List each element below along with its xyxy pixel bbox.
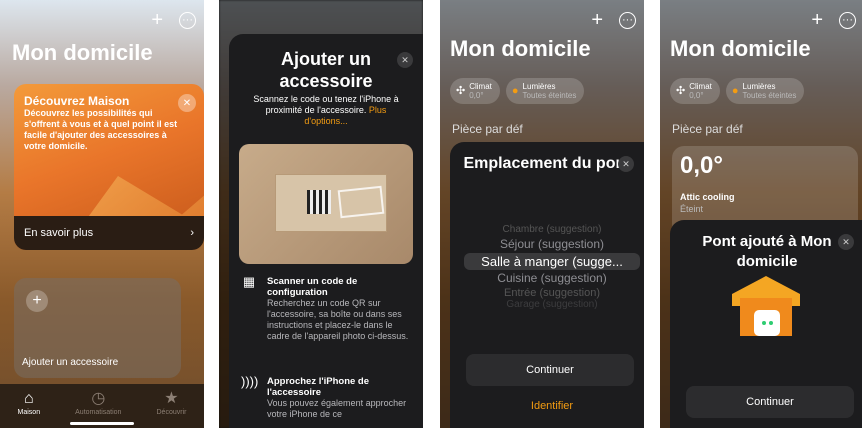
chip-title: Lumières [522, 82, 556, 91]
plus-icon: + [26, 290, 48, 312]
chip-value: Toutes éteintes [522, 91, 577, 100]
home-screen-panel: + ··· Mon domicile Découvrez Maison Déco… [0, 0, 204, 428]
tile-value: 0,0° [680, 152, 723, 179]
climate-chip[interactable]: ✣ Climat 0,0° [450, 78, 500, 104]
page-title: Mon domicile [12, 40, 153, 65]
add-plus-icon[interactable]: + [811, 10, 823, 30]
chip-title: Climat [469, 82, 492, 91]
sheet-title: Emplacement du pont [463, 155, 631, 172]
close-icon[interactable]: ✕ [618, 156, 634, 172]
add-plus-icon[interactable]: + [591, 10, 603, 30]
tile-name: Attic cooling [680, 192, 735, 202]
fan-icon: ✣ [456, 84, 466, 97]
chip-text: Climat 0,0° [469, 82, 492, 100]
nfc-step: )))) Approchez l'iPhone de l'accessoire … [241, 374, 417, 420]
picker-option[interactable]: Cuisine (suggestion) [460, 270, 644, 287]
step-text: Approchez l'iPhone de l'accessoire Vous … [267, 376, 417, 420]
close-icon[interactable]: ✕ [397, 52, 413, 68]
home-indicator [70, 422, 134, 425]
tab-label: Découvrir [156, 409, 187, 416]
star-icon: ★ [164, 390, 179, 407]
add-plus-icon[interactable]: + [151, 10, 163, 30]
chip-title: Climat [689, 82, 712, 91]
page-title: Mon domicile [450, 36, 591, 61]
step-text: Scanner un code de configuration Recherc… [267, 276, 417, 342]
add-accessory-label: Ajouter un accessoire [22, 357, 119, 368]
chip-title: Lumières [742, 82, 776, 91]
tab-maison[interactable]: ⌂ Maison [18, 390, 41, 416]
picker-option-selected[interactable]: Salle à manger (sugge... [464, 253, 640, 270]
chip-value: 0,0° [689, 91, 704, 100]
bridge-location-sheet: Emplacement du pont ✕ Chambre (suggestio… [450, 142, 644, 428]
bridge-added-sheet: Pont ajouté à Mon domicile ✕ Continuer [670, 220, 862, 428]
top-actions: + ··· [591, 10, 636, 30]
learn-more-button[interactable]: En savoir plus › [14, 216, 204, 250]
chip-text: Climat 0,0° [689, 82, 712, 100]
status-chips: ✣ Climat 0,0° ● Lumières Toutes éteintes [450, 78, 585, 104]
section-title: Pièce par déf [452, 122, 523, 136]
qr-code-icon: ▦ [242, 274, 256, 289]
more-options-icon[interactable]: ··· [839, 11, 856, 29]
more-options-icon[interactable]: ··· [619, 11, 636, 29]
step-title: Approchez l'iPhone de l'accessoire [267, 376, 370, 398]
room-picker[interactable]: Chambre (suggestion) Séjour (suggestion)… [460, 224, 644, 311]
qr-code-image [307, 190, 331, 214]
tile-state: Éteint [680, 204, 704, 214]
status-chips: ✣ Climat 0,0° ● Lumières Toutes éteintes [670, 78, 805, 104]
learn-more-label: En savoir plus [24, 227, 94, 239]
sheet-subtitle: Scannez le code ou tenez l'iPhone à prox… [243, 94, 409, 127]
more-options-icon[interactable]: ··· [179, 11, 196, 29]
sheet-title: Pont ajouté à Mon domicile [702, 233, 832, 270]
nfc-icon: )))) [241, 374, 259, 389]
tab-label: Maison [17, 409, 41, 416]
bridge-location-panel: + ··· Mon domicile ✣ Climat 0,0° ● Lumiè… [440, 0, 644, 428]
scan-code-step: ▦ Scanner un code de configuration Reche… [241, 274, 417, 342]
step-description: Vous pouvez également approcher votre iP… [267, 398, 407, 419]
lights-chip[interactable]: ● Lumières Toutes éteintes [505, 78, 585, 104]
house-icon: ⌂ [23, 390, 34, 407]
add-accessory-sheet: Ajouter un accessoire ✕ Scannez le code … [229, 34, 423, 428]
chip-value: 0,0° [469, 91, 484, 100]
promo-title: Découvrez Maison [24, 94, 130, 108]
chevron-right-icon: › [190, 227, 194, 239]
picker-option[interactable]: Garage (suggestion) [460, 299, 644, 311]
add-accessory-panel: Ajouter un accessoire ✕ Scannez le code … [219, 0, 423, 428]
discover-card[interactable]: Découvrez Maison Découvrez les possibili… [14, 84, 204, 250]
clock-icon: ◷ [91, 390, 106, 407]
chip-value: Toutes éteintes [742, 91, 797, 100]
plug-icon [754, 310, 780, 336]
picker-option[interactable]: Séjour (suggestion) [460, 236, 644, 253]
page-title: Mon domicile [670, 36, 811, 61]
tab-automatisation[interactable]: ◷ Automatisation [75, 390, 121, 416]
close-icon[interactable]: ✕ [838, 234, 854, 250]
bulb-icon: ● [511, 84, 519, 97]
section-title: Pièce par déf [672, 122, 743, 136]
step-title: Scanner un code de configuration [267, 276, 358, 298]
picker-option[interactable]: Chambre (suggestion) [460, 224, 644, 236]
top-actions: + ··· [151, 10, 196, 30]
continue-button[interactable]: Continuer [686, 386, 854, 418]
chip-text: Lumières Toutes éteintes [743, 82, 797, 100]
fan-icon: ✣ [676, 84, 686, 97]
lights-chip[interactable]: ● Lumières Toutes éteintes [725, 78, 805, 104]
step-description: Recherchez un code QR sur l'accessoire, … [267, 298, 409, 341]
sheet-title: Ajouter un accessoire [279, 49, 373, 91]
bridge-added-panel: + ··· Mon domicile ✣ Climat 0,0° ● Lumiè… [660, 0, 862, 428]
close-icon[interactable]: ✕ [178, 94, 196, 112]
promo-text: Découvrez les possibilités qui s'offrent… [24, 108, 178, 151]
scan-frame [337, 185, 385, 219]
top-actions: + ··· [811, 10, 856, 30]
home-bridge-icon [732, 276, 800, 336]
continue-button[interactable]: Continuer [466, 354, 634, 386]
chip-text: Lumières Toutes éteintes [523, 82, 577, 100]
identify-button[interactable]: Identifier [460, 400, 644, 412]
camera-viewfinder [239, 144, 413, 264]
picker-option[interactable]: Entrée (suggestion) [460, 287, 644, 299]
bulb-icon: ● [731, 84, 739, 97]
add-accessory-tile[interactable]: + Ajouter un accessoire [14, 278, 181, 378]
tab-label: Automatisation [75, 409, 122, 416]
climate-chip[interactable]: ✣ Climat 0,0° [670, 78, 720, 104]
tab-decouvrir[interactable]: ★ Découvrir [157, 390, 187, 416]
